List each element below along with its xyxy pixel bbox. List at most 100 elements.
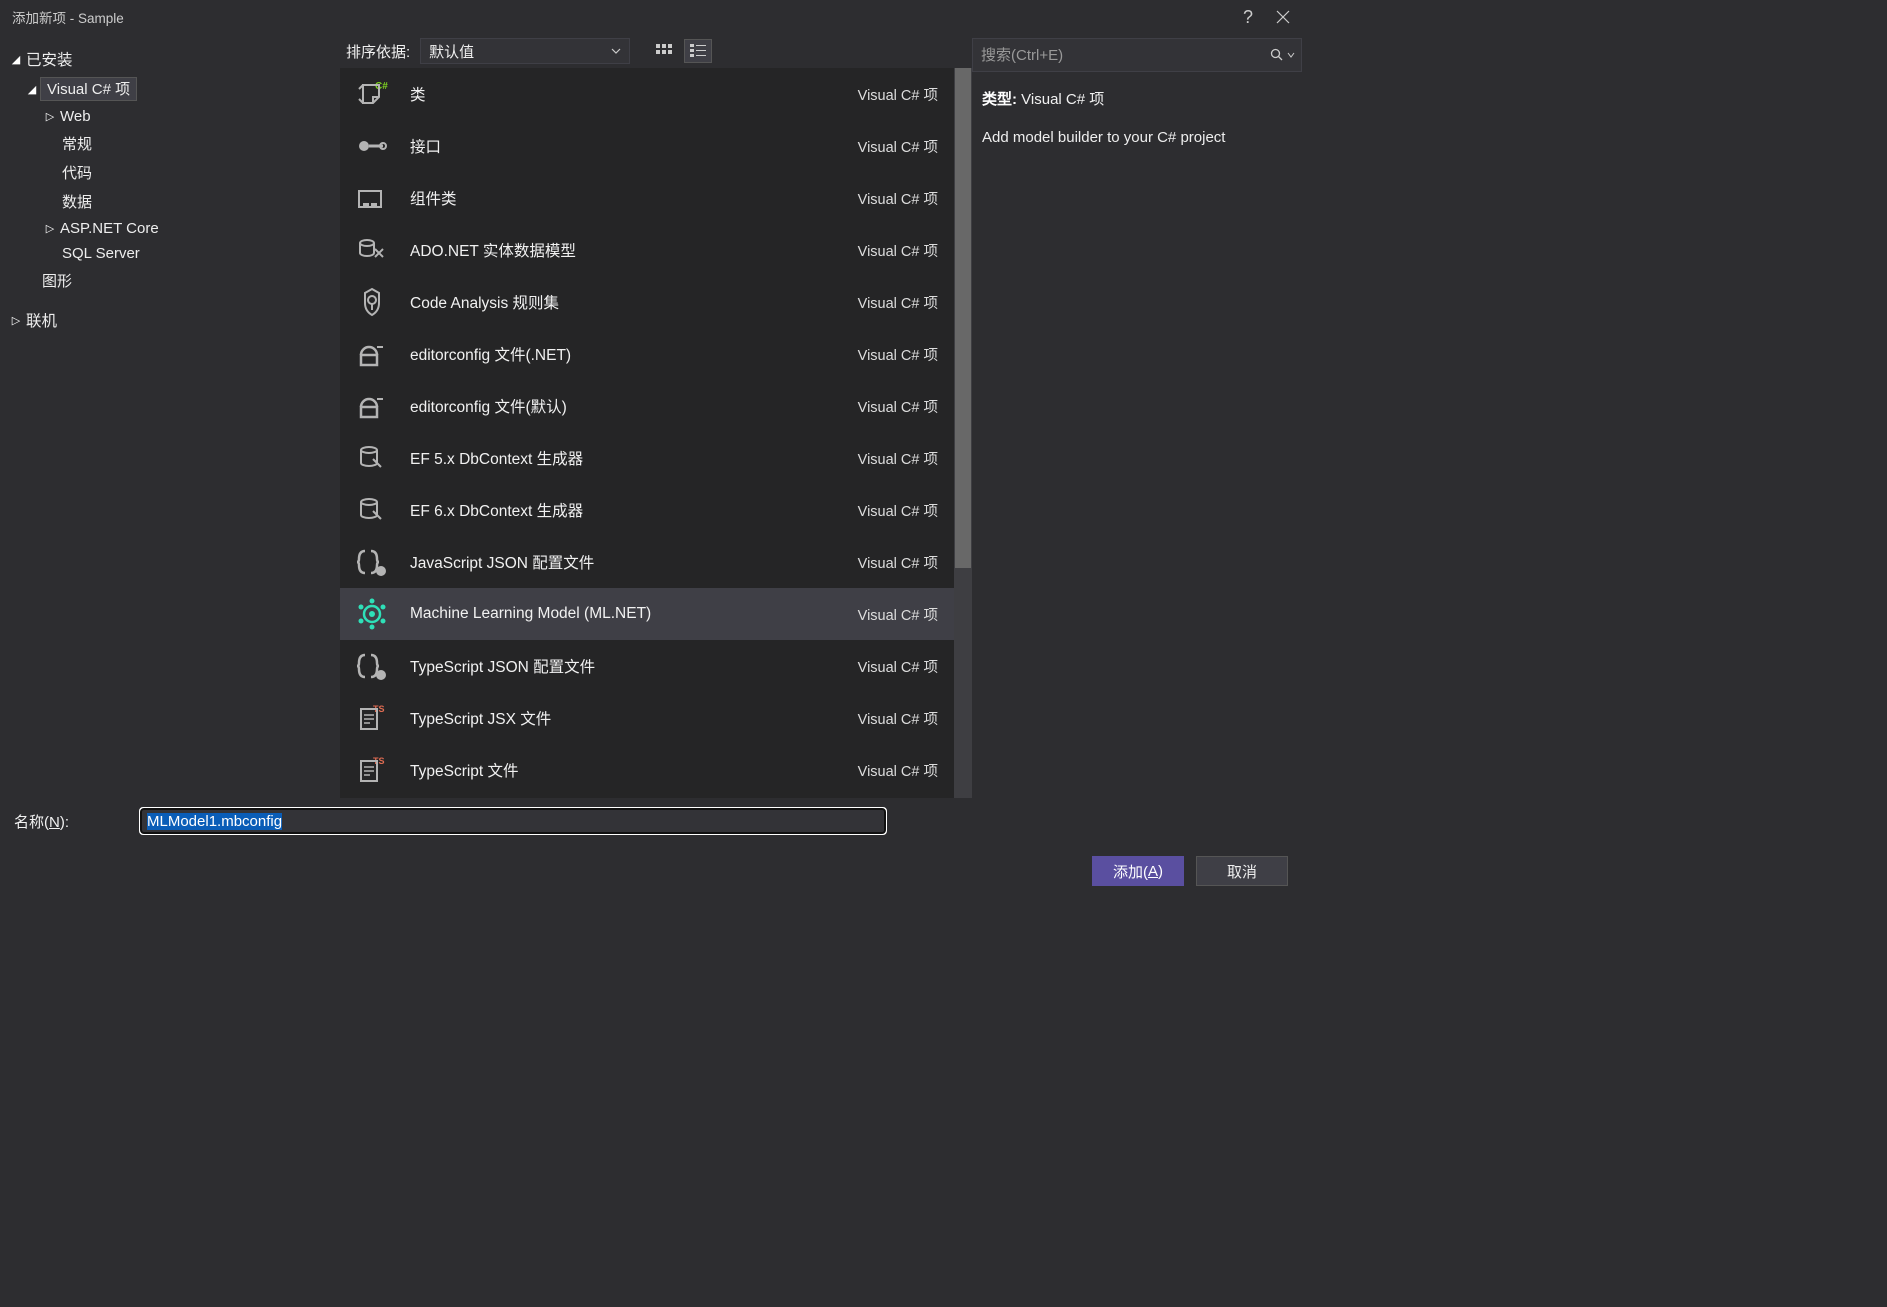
template-row[interactable]: Machine Learning Model (ML.NET) Visual C#… xyxy=(340,588,954,640)
template-name: EF 5.x DbContext 生成器 xyxy=(410,447,840,469)
template-row[interactable]: EF 6.x DbContext 生成器Visual C# 项 xyxy=(340,484,954,536)
template-row[interactable]: TSTypeScript JSX 文件Visual C# 项 xyxy=(340,692,954,744)
tree-aspnet[interactable]: ▷ ASP.NET Core xyxy=(0,216,340,241)
template-lang: Visual C# 项 xyxy=(858,84,938,105)
close-icon[interactable] xyxy=(1276,10,1290,24)
template-row[interactable]: editorconfig 文件(默认) Visual C# 项 xyxy=(340,380,954,432)
template-row[interactable]: TSTypeScript 文件Visual C# 项 xyxy=(340,744,954,796)
template-row[interactable]: TypeScript JSON 配置文件Visual C# 项 xyxy=(340,640,954,692)
svg-text:?: ? xyxy=(1243,7,1253,27)
tree-online[interactable]: ▷ 联机 xyxy=(0,305,340,335)
template-icon xyxy=(352,334,392,374)
tree-code[interactable]: 代码 xyxy=(0,158,340,187)
template-lang: Visual C# 项 xyxy=(858,344,938,365)
bottom-bar: 名称(N): 添加(A) 取消 xyxy=(0,798,1302,902)
tree-sqlserver[interactable]: SQL Server xyxy=(0,241,340,266)
template-column: 排序依据: 默认值 C#类Visual C# 项接口Visual C# 项组件类… xyxy=(340,34,972,798)
category-tree: ◢ 已安装 ◢ Visual C# 项 ▷ Web 常规 代码 数据 ▷ ASP… xyxy=(0,34,340,798)
detail-description: Add model builder to your C# project xyxy=(982,126,1290,150)
template-name: Machine Learning Model (ML.NET) xyxy=(410,605,840,623)
template-name: TypeScript JSX 文件 xyxy=(410,707,840,729)
template-name: editorconfig 文件(默认) xyxy=(410,395,840,417)
tree-label: SQL Server xyxy=(60,244,142,263)
search-input[interactable] xyxy=(972,38,1302,72)
search-icon[interactable] xyxy=(1270,48,1295,62)
expand-icon: ▷ xyxy=(42,222,58,235)
template-name: TypeScript 文件 xyxy=(410,759,840,781)
tree-label: ASP.NET Core xyxy=(58,219,161,238)
template-lang: Visual C# 项 xyxy=(858,760,938,781)
view-list-button[interactable] xyxy=(684,39,712,63)
collapse-icon: ◢ xyxy=(8,53,24,66)
template-lang: Visual C# 项 xyxy=(858,448,938,469)
content: ◢ 已安装 ◢ Visual C# 项 ▷ Web 常规 代码 数据 ▷ ASP… xyxy=(0,34,1302,798)
name-input[interactable] xyxy=(140,808,886,834)
template-name: ADO.NET 实体数据模型 xyxy=(410,239,840,261)
tree-label: 已安装 xyxy=(24,47,75,71)
titlebar: 添加新项 - Sample ? xyxy=(0,0,1302,34)
template-icon xyxy=(352,646,392,686)
scrollbar[interactable] xyxy=(954,68,972,798)
template-lang: Visual C# 项 xyxy=(858,292,938,313)
template-lang: Visual C# 项 xyxy=(858,240,938,261)
template-row[interactable]: editorconfig 文件(.NET) Visual C# 项 xyxy=(340,328,954,380)
template-lang: Visual C# 项 xyxy=(858,708,938,729)
template-name: Code Analysis 规则集 xyxy=(410,291,840,313)
tree-label: 代码 xyxy=(60,161,94,184)
sort-row: 排序依据: 默认值 xyxy=(340,34,972,68)
name-label: 名称(N): xyxy=(14,811,114,832)
template-icon: C# xyxy=(352,74,392,114)
tree-graphics[interactable]: 图形 xyxy=(0,266,340,295)
tree-web[interactable]: ▷ Web xyxy=(0,104,340,129)
template-lang: Visual C# 项 xyxy=(858,396,938,417)
tree-general[interactable]: 常规 xyxy=(0,129,340,158)
detail-body: 类型: Visual C# 项 Add model builder to you… xyxy=(972,78,1302,150)
template-lang: Visual C# 项 xyxy=(858,604,938,625)
template-name: 组件类 xyxy=(410,187,840,209)
search-field[interactable] xyxy=(981,47,1270,64)
scrollbar-thumb[interactable] xyxy=(955,68,971,568)
add-button[interactable]: 添加(A) xyxy=(1092,856,1184,886)
template-row[interactable]: EF 5.x DbContext 生成器 Visual C# 项 xyxy=(340,432,954,484)
tree-label: 联机 xyxy=(24,308,59,332)
template-name: 类 xyxy=(410,83,840,105)
tree-data[interactable]: 数据 xyxy=(0,187,340,216)
template-lang: Visual C# 项 xyxy=(858,188,938,209)
svg-text:C#: C# xyxy=(375,81,388,92)
template-name: editorconfig 文件(.NET) xyxy=(410,343,840,365)
template-row[interactable]: 接口Visual C# 项 xyxy=(340,120,954,172)
template-row[interactable]: Code Analysis 规则集 Visual C# 项 xyxy=(340,276,954,328)
template-icon xyxy=(352,282,392,322)
expand-icon: ▷ xyxy=(8,314,24,327)
template-name: 接口 xyxy=(410,135,840,157)
tree-label: 常规 xyxy=(60,132,94,155)
tree-label: Visual C# 项 xyxy=(40,77,137,101)
template-icon xyxy=(352,438,392,478)
template-row[interactable]: ADO.NET 实体数据模型 Visual C# 项 xyxy=(340,224,954,276)
template-row[interactable]: JavaScript JSON 配置文件 Visual C# 项 xyxy=(340,536,954,588)
cancel-button[interactable]: 取消 xyxy=(1196,856,1288,886)
template-row[interactable]: 组件类 Visual C# 项 xyxy=(340,172,954,224)
detail-type-label: 类型: xyxy=(982,91,1017,108)
sort-label: 排序依据: xyxy=(346,41,416,62)
sort-select[interactable]: 默认值 xyxy=(420,38,630,64)
button-row: 添加(A) 取消 xyxy=(14,834,1288,886)
template-icon xyxy=(352,386,392,426)
template-name: JavaScript JSON 配置文件 xyxy=(410,551,840,573)
sort-value: 默认值 xyxy=(429,41,474,62)
expand-icon: ▷ xyxy=(42,110,58,123)
dialog-title: 添加新项 - Sample xyxy=(12,7,1218,27)
template-lang: Visual C# 项 xyxy=(858,500,938,521)
view-tiles-button[interactable] xyxy=(650,39,678,63)
template-icon xyxy=(352,178,392,218)
template-icon xyxy=(352,490,392,530)
template-row[interactable]: C# 类 Visual C# 项 xyxy=(340,68,954,120)
template-list: C#类Visual C# 项接口Visual C# 项组件类Visual C# … xyxy=(340,68,972,798)
template-icon xyxy=(352,594,392,634)
tree-csharp[interactable]: ◢ Visual C# 项 xyxy=(0,74,340,104)
help-icon[interactable]: ? xyxy=(1240,7,1254,27)
tree-installed[interactable]: ◢ 已安装 xyxy=(0,44,340,74)
view-toggle xyxy=(650,39,712,63)
tree-label: 数据 xyxy=(60,190,94,213)
template-lang: Visual C# 项 xyxy=(858,552,938,573)
